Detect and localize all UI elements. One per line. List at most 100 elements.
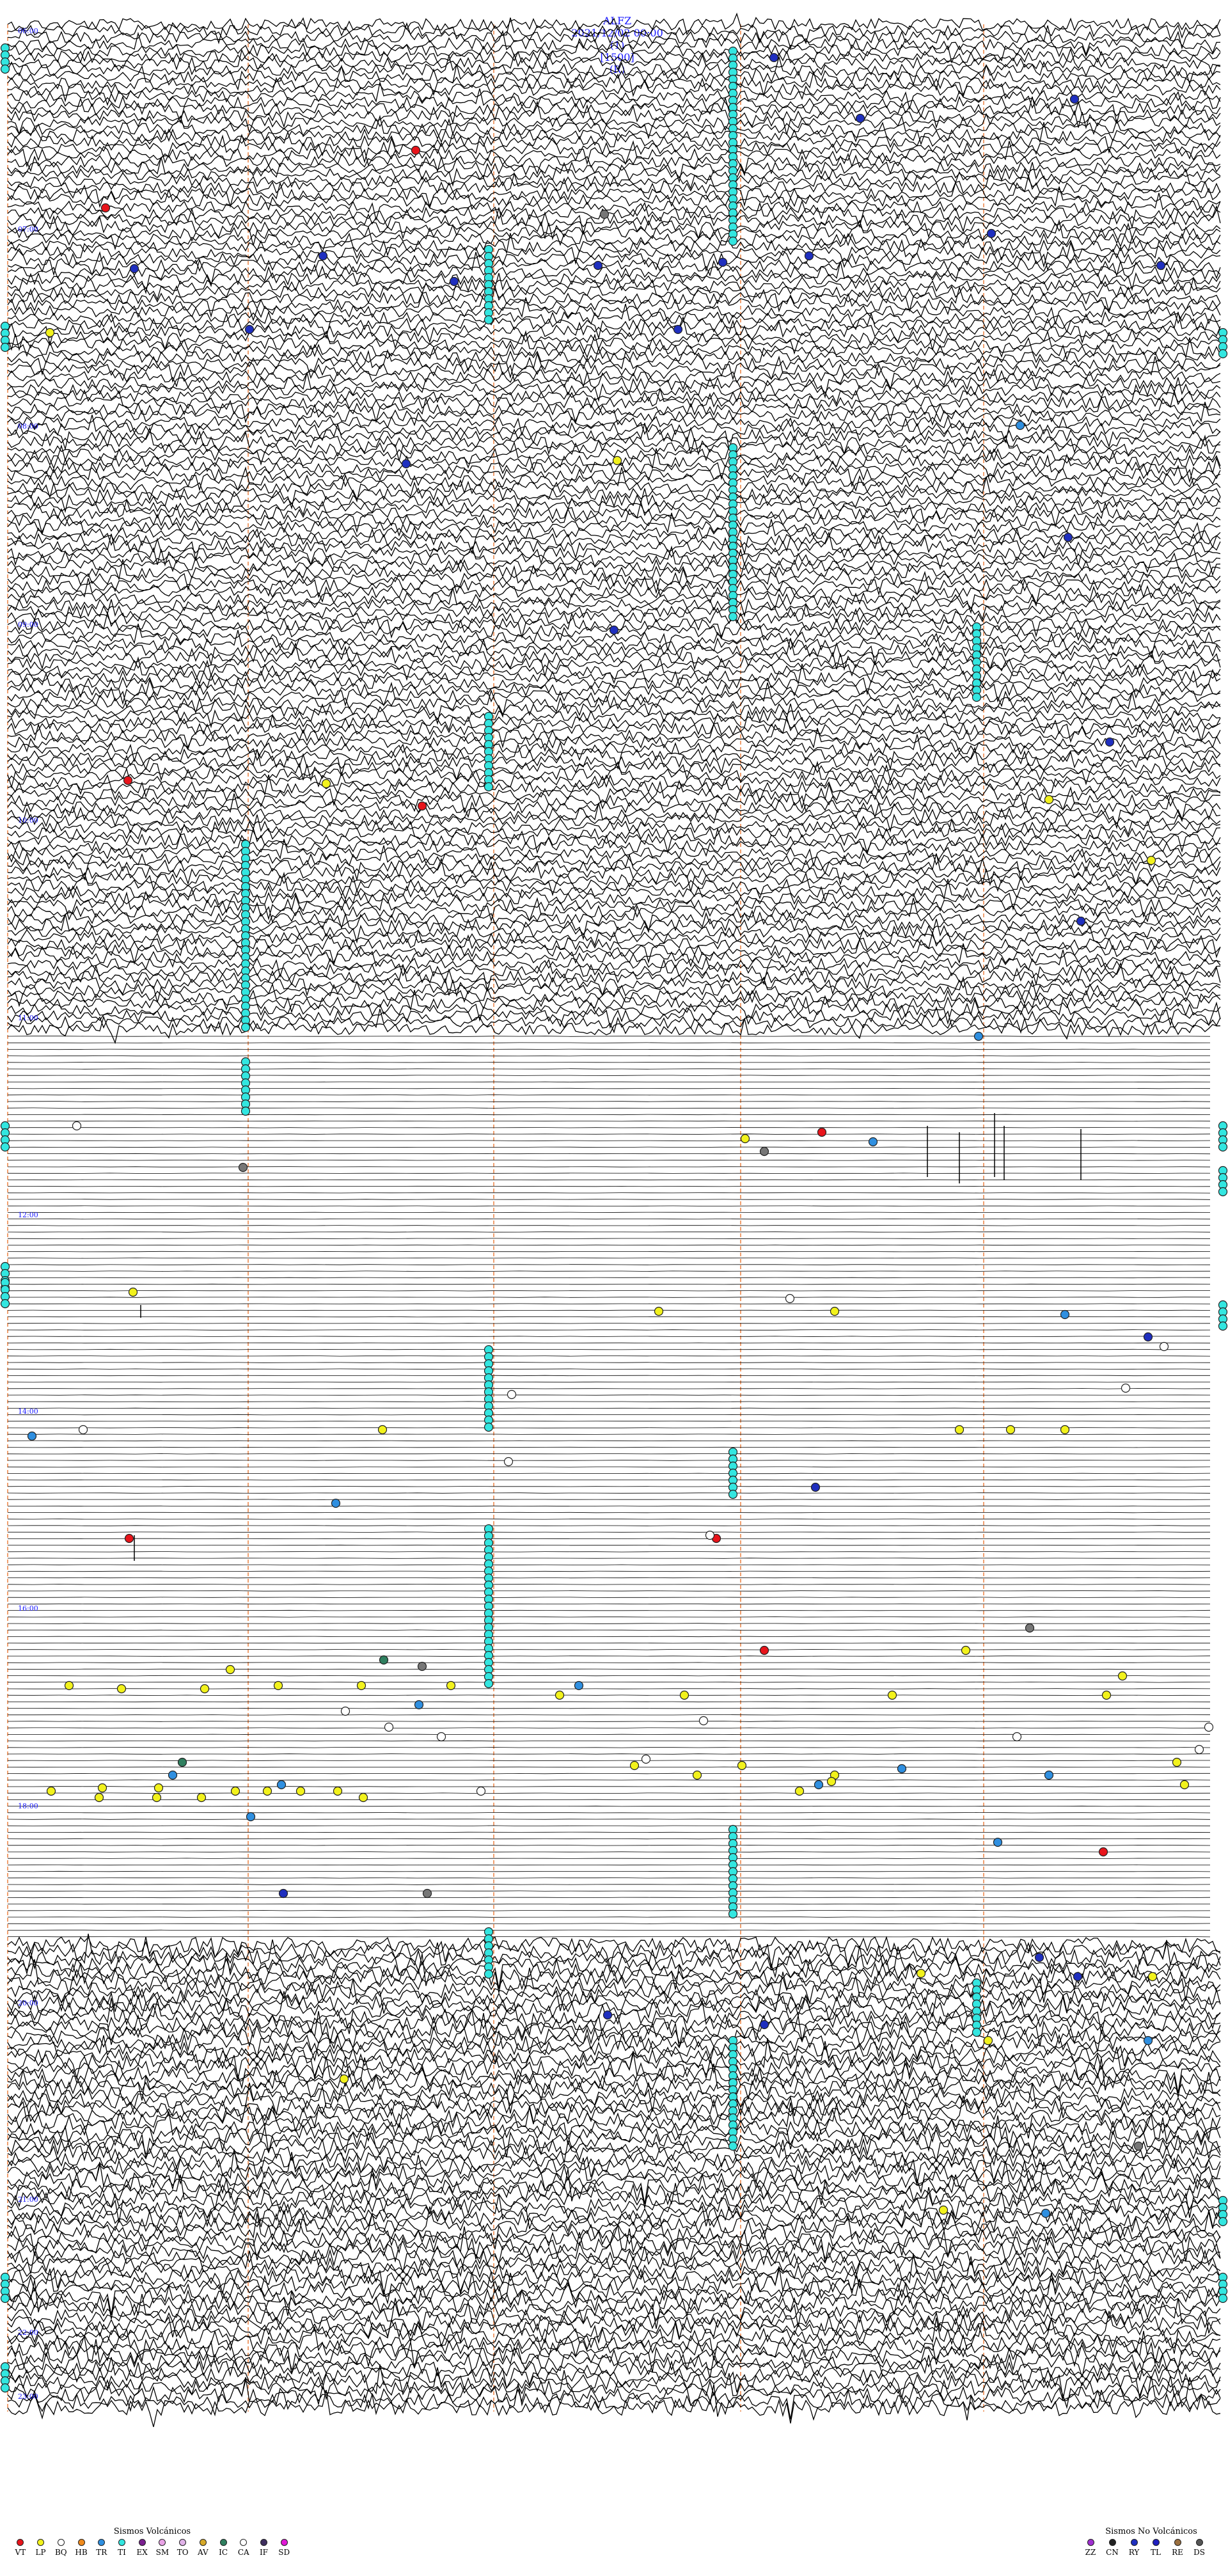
event-marker-icon [1121,1383,1131,1393]
trace-line [7,377,1221,402]
trace-line [7,1414,1211,1416]
event-marker-icon [503,1457,514,1467]
event-marker-icon [705,1530,715,1540]
event-marker-icon [340,1706,350,1716]
legend-volcanic-code: BQ [54,2548,67,2557]
trace-line [8,1048,1211,1050]
trace-line [7,1538,1211,1540]
legend-nonvolcanic-code: RY [1128,2548,1140,2557]
event-marker-icon [422,1888,432,1899]
event-marker-icon [794,1786,805,1796]
event-marker-icon [1218,1142,1228,1152]
event-marker-icon [476,1786,486,1796]
event-marker-icon [673,324,683,335]
legend-volcanic-dot-icon [260,2539,267,2546]
trace-line [7,2063,1221,2101]
event-marker-icon [1156,260,1166,271]
event-marker-icon [72,1121,82,1131]
trace-line [7,546,1221,567]
trace-line [7,328,1221,351]
trace-line [7,1570,1211,1572]
trace-line [7,251,1221,280]
legend-volcanic-item: IF [255,2539,273,2557]
event-marker-icon [0,342,10,352]
trace-line [7,1897,1211,1899]
legend-volcanic-code: TI [118,2548,126,2557]
trace-line [7,1160,1211,1161]
event-marker-icon [339,2074,349,2084]
trace-line [7,2235,1221,2266]
trace-line [7,2206,1221,2238]
legend-nonvolcanic-code: TL [1151,2548,1161,2557]
trace-line [7,1348,1211,1350]
trace-line [7,552,1221,576]
time-label: 18:00 [18,1802,38,1810]
legend-nonvolcanic-item: DS [1190,2539,1209,2557]
trace-line [7,148,1221,177]
event-marker-icon [954,1425,964,1435]
event-markers [0,43,1228,2393]
event-marker-icon [225,1664,235,1675]
legend-volcanic-item: TI [113,2539,131,2557]
event-marker-icon [129,264,139,274]
event-marker-icon [868,1137,878,1147]
time-label: 14:00 [18,1407,38,1416]
trace-line [7,49,1221,64]
legend-volcanic-item: IC [214,2539,232,2557]
legend-nonvolcanic-items: ZZ CN RY TL RE DS [1081,2539,1222,2557]
trace-line [7,17,1221,45]
event-marker-icon [177,1757,187,1767]
time-label: 12:00 [18,1211,38,1219]
legend-volcanic-items: VT LP BQ HB TR TI EX SM TO AV IC CA IF SD [12,2539,293,2557]
event-marker-icon [1060,1425,1070,1435]
event-marker-icon [168,1770,178,1780]
event-marker-icon [46,1786,56,1796]
trace-line [7,1870,1211,1872]
trace-line [7,1185,1211,1187]
event-marker-icon [804,251,814,261]
trace-line [7,113,1221,136]
time-label: 06:00 [18,27,38,35]
event-marker-icon [785,1293,795,1304]
trace-line [7,1258,1211,1259]
event-marker-icon [318,251,328,261]
event-marker-icon [358,1792,368,1803]
event-marker-icon [1147,1972,1158,1982]
event-marker-icon [1179,1780,1190,1790]
trace-line [7,1008,1221,1036]
event-marker-icon [1117,1671,1128,1681]
trace-line [8,1473,1211,1474]
trace-line [8,1682,1211,1683]
time-label: 08:00 [18,422,38,431]
time-label: 07:00 [18,225,38,233]
legend-volcanic-item: SM [154,2539,171,2557]
trace-line [7,774,1221,803]
legend-volcanic-code: TR [96,2548,107,2557]
legend-nonvolcanic-dot-icon [1152,2539,1160,2546]
event-marker-icon [449,276,459,287]
time-label: 22:00 [18,2328,38,2337]
trace-line [7,1421,1211,1422]
trace-line [7,531,1221,560]
event-marker-icon [240,1106,251,1116]
event-marker-icon [973,1031,984,1041]
legend-nonvolcanic-item: RY [1124,2539,1144,2557]
trace-line [7,1590,1211,1592]
trace-line [7,2346,1221,2382]
event-marker-icon [1041,2208,1051,2218]
trace-line [7,1845,1211,1846]
legend-nonvolcanic-item: CN [1103,2539,1122,2557]
event-marker-icon [414,1700,424,1710]
event-marker-icon [1133,2141,1144,2151]
event-marker-icon [238,1162,248,1173]
legend-volcanic: Sismos Volcánicos VT LP BQ HB TR TI EX SM TO AV IC… [12,2527,293,2557]
trace-line [7,1336,1211,1337]
trace-line [7,498,1220,528]
legend-volcanic-code: SM [155,2548,169,2557]
legend-nonvolcanic-code: ZZ [1085,2548,1096,2557]
legend-volcanic-dot-icon [280,2539,288,2546]
event-marker-icon [321,778,331,789]
trace-line [7,1890,1211,1892]
legend-volcanic-title: Sismos Volcánicos [113,2527,191,2536]
trace-line [7,1395,1211,1396]
